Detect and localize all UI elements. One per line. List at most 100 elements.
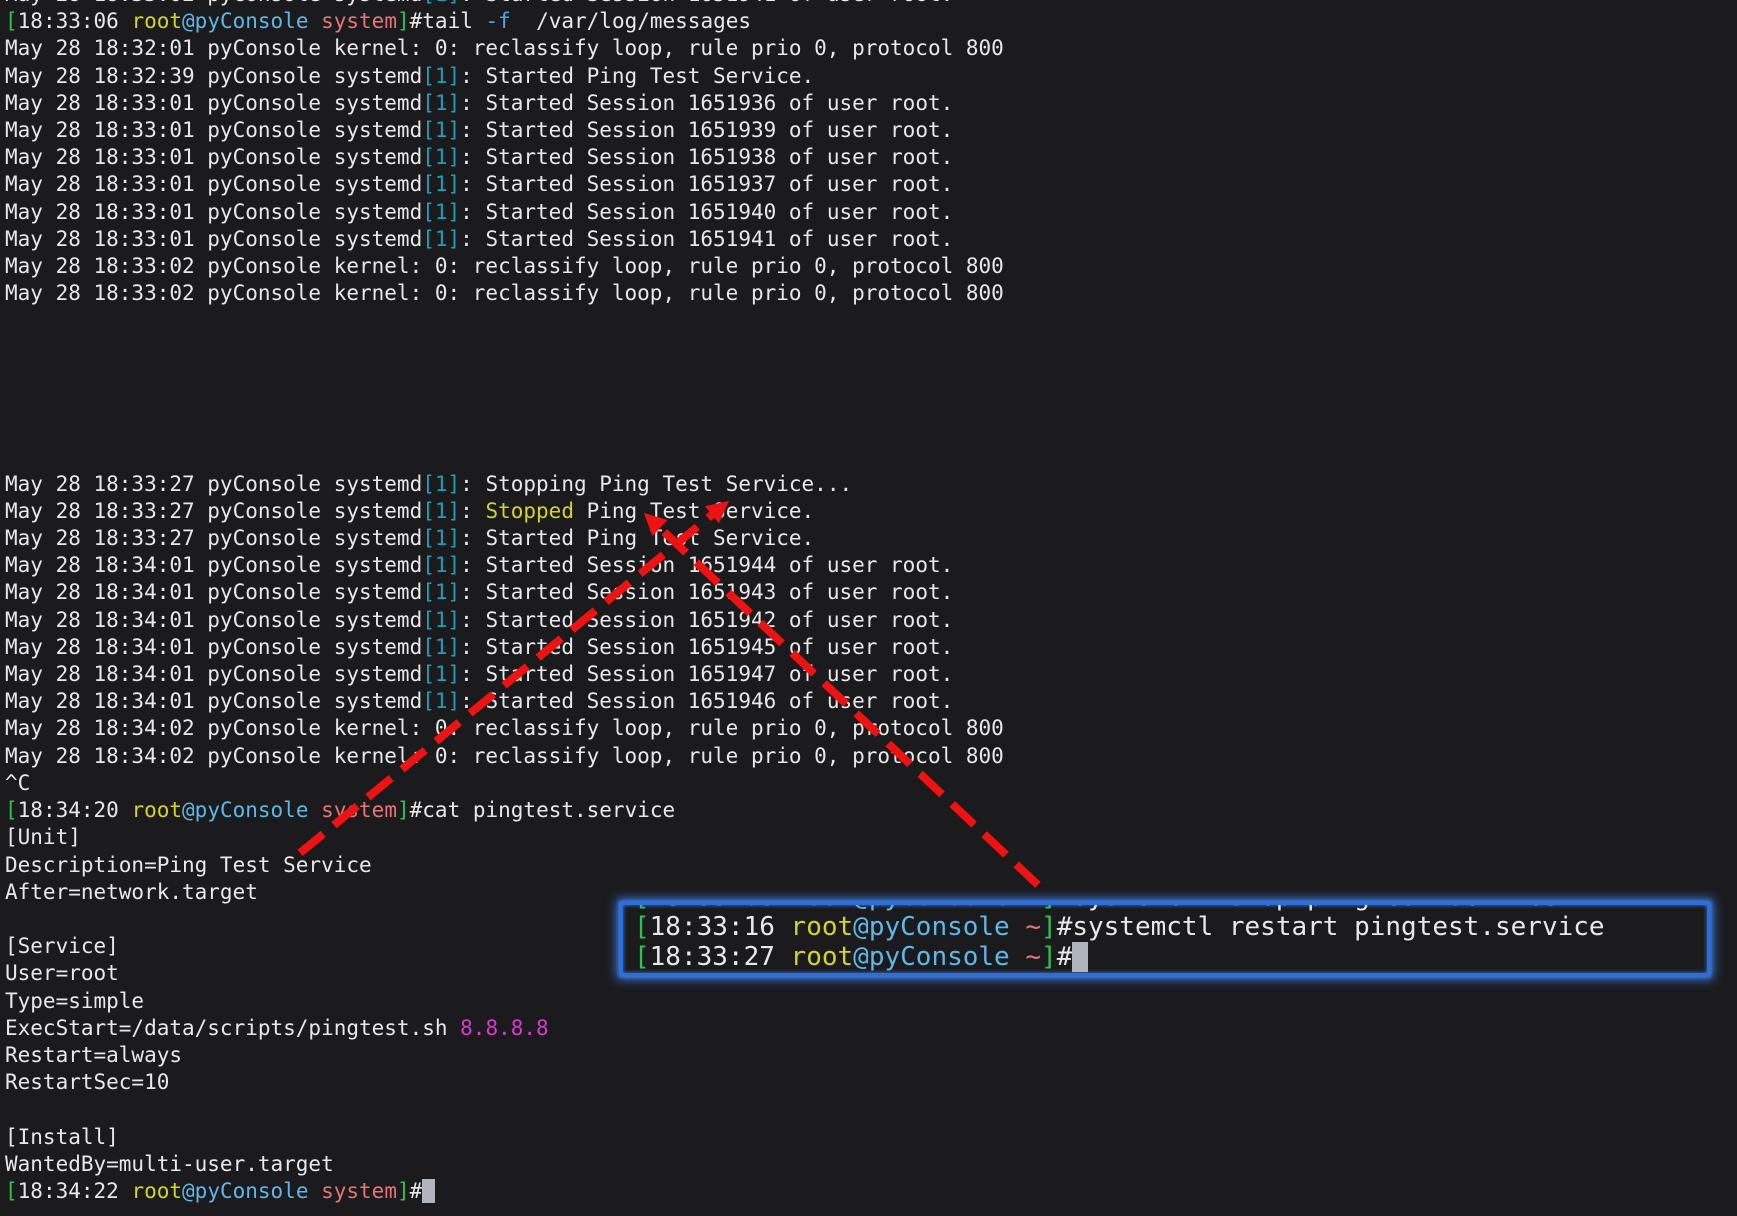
- terminal-line: [5, 1205, 1737, 1216]
- terminal-text-segment: : Started Ping Test Service.: [460, 64, 814, 88]
- terminal-text-segment: May 28 18:33:01 pyConsole systemd: [5, 118, 422, 142]
- terminal-text-segment: 18:33:06: [18, 9, 132, 33]
- terminal-text-segment: : Started Session 1651938 of user root.: [460, 145, 953, 169]
- terminal-line: May 28 18:34:01 pyConsole systemd[1]: St…: [5, 688, 1737, 715]
- terminal-text-segment: May 28 18:32:01 pyConsole kernel: 0: rec…: [5, 36, 1004, 60]
- terminal-text-segment: root: [131, 9, 182, 33]
- terminal-text-segment: : Started Session 1651939 of user root.: [460, 118, 953, 142]
- terminal-text-segment: May 28 18:33:01 pyConsole systemd: [5, 227, 422, 251]
- terminal-line: [Install]: [5, 1124, 1737, 1151]
- overlay-terminal-output: [18:33:06 root@pyConsole ~]#systemctl st…: [623, 902, 1707, 972]
- terminal-screen[interactable]: May 28 18:33:02 pyConsole systemd[1]: St…: [0, 0, 1737, 1216]
- terminal-text-segment: root: [791, 902, 854, 912]
- terminal-text-segment: system: [308, 1179, 397, 1203]
- terminal-text-segment: @pyConsole: [182, 1179, 308, 1203]
- terminal-text-segment: May 28 18:33:02 pyConsole systemd: [5, 0, 422, 6]
- terminal-text-segment: [Unit]: [5, 825, 81, 849]
- terminal-text-segment: May 28 18:33:02 pyConsole kernel: 0: rec…: [5, 281, 1004, 305]
- terminal-text-segment: system: [308, 9, 397, 33]
- terminal-text-segment: : Started Session 1651943 of user root.: [460, 580, 953, 604]
- terminal-text-segment: : Started Session 1651945 of user root.: [460, 635, 953, 659]
- terminal-text-segment: Type=simple: [5, 989, 144, 1013]
- terminal-text-segment: 18:33:27: [650, 942, 791, 972]
- terminal-text-segment: @pyConsole: [853, 902, 1010, 912]
- terminal-line: May 28 18:33:02 pyConsole kernel: 0: rec…: [5, 280, 1737, 307]
- terminal-text-segment: [1]: [422, 145, 460, 169]
- terminal-text-segment: [: [5, 798, 18, 822]
- terminal-text-segment: [1]: [422, 118, 460, 142]
- terminal-text-segment: May 28 18:33:27 pyConsole systemd: [5, 499, 422, 523]
- terminal-text-segment: @pyConsole: [182, 9, 308, 33]
- terminal-line: [18:33:06 root@pyConsole system]#tail -f…: [5, 8, 1737, 35]
- terminal-text-segment: @pyConsole: [853, 912, 1010, 942]
- terminal-text-segment: @pyConsole: [182, 798, 308, 822]
- terminal-text-segment: May 28 18:33:27 pyConsole systemd: [5, 526, 422, 550]
- terminal-text-segment: root: [131, 798, 182, 822]
- terminal-text-segment: #: [1057, 942, 1073, 972]
- terminal-text-segment: [: [634, 902, 650, 912]
- terminal-text-segment: May 28 18:34:01 pyConsole systemd: [5, 635, 422, 659]
- terminal-text-segment: #systemctl stop pingtest.service: [1057, 902, 1558, 912]
- terminal-text-segment: 18:34:22: [18, 1179, 132, 1203]
- terminal-text-segment: ~: [1010, 912, 1041, 942]
- terminal-line: May 28 18:34:02 pyConsole kernel: 0: rec…: [5, 743, 1737, 770]
- terminal-text-segment: Description=Ping Test Service: [5, 853, 372, 877]
- terminal-text-segment: : Started Session 1651940 of user root.: [460, 200, 953, 224]
- terminal-text-segment: [1]: [422, 227, 460, 251]
- terminal-text-segment: #cat pingtest.service: [410, 798, 676, 822]
- terminal-text-segment: : Started Session 1651936 of user root.: [460, 91, 953, 115]
- terminal-text-segment: WantedBy=multi-user.target: [5, 1152, 334, 1176]
- terminal-text-segment: [1]: [422, 499, 460, 523]
- block-cursor: [422, 1179, 435, 1203]
- terminal-text-segment: Restart=always: [5, 1043, 182, 1067]
- terminal-line: [5, 362, 1737, 389]
- terminal-text-segment: : Started Session 1651942 of user root.: [460, 608, 953, 632]
- terminal-line: May 28 18:32:39 pyConsole systemd[1]: St…: [5, 63, 1737, 90]
- terminal-text-segment: Stopped: [485, 499, 574, 523]
- terminal-line: [18:33:16 root@pyConsole ~]#systemctl re…: [634, 912, 1707, 942]
- terminal-text-segment: ]: [397, 1179, 410, 1203]
- terminal-line: May 28 18:34:02 pyConsole kernel: 0: rec…: [5, 715, 1737, 742]
- terminal-text-segment: 8.8.8.8: [460, 1016, 549, 1040]
- terminal-text-segment: May 28 18:33:01 pyConsole systemd: [5, 172, 422, 196]
- terminal-text-segment: : Started Session 1651947 of user root.: [460, 662, 953, 686]
- terminal-line: May 28 18:33:01 pyConsole systemd[1]: St…: [5, 144, 1737, 171]
- terminal-text-segment: @pyConsole: [853, 942, 1010, 972]
- terminal-line: RestartSec=10: [5, 1069, 1737, 1096]
- terminal-line: [18:33:27 root@pyConsole ~]#: [634, 942, 1707, 972]
- terminal-line: May 28 18:33:01 pyConsole systemd[1]: St…: [5, 171, 1737, 198]
- terminal-text-segment: ^C: [5, 771, 30, 795]
- terminal-line: May 28 18:33:02 pyConsole kernel: 0: rec…: [5, 253, 1737, 280]
- terminal-text-segment: ]: [1041, 912, 1057, 942]
- terminal-line: [5, 389, 1737, 416]
- terminal-line: May 28 18:34:01 pyConsole systemd[1]: St…: [5, 661, 1737, 688]
- terminal-text-segment: After=network.target: [5, 880, 258, 904]
- terminal-line: May 28 18:34:01 pyConsole systemd[1]: St…: [5, 579, 1737, 606]
- terminal-line: Description=Ping Test Service: [5, 852, 1737, 879]
- terminal-line: May 28 18:33:01 pyConsole systemd[1]: St…: [5, 117, 1737, 144]
- terminal-line: [5, 443, 1737, 470]
- terminal-text-segment: : Started Session 1651941 of user root.: [460, 0, 953, 6]
- terminal-line: [Unit]: [5, 824, 1737, 851]
- terminal-text-segment: [1]: [422, 662, 460, 686]
- terminal-text-segment: May 28 18:33:01 pyConsole systemd: [5, 200, 422, 224]
- terminal-text-segment: [1]: [422, 580, 460, 604]
- terminal-text-segment: system: [308, 798, 397, 822]
- terminal-text-segment: #tail: [410, 9, 486, 33]
- terminal-text-segment: May 28 18:34:02 pyConsole kernel: 0: rec…: [5, 744, 1004, 768]
- terminal-text-segment: [1]: [422, 64, 460, 88]
- terminal-text-segment: [: [634, 912, 650, 942]
- terminal-text-segment: [: [634, 942, 650, 972]
- terminal-text-segment: May 28 18:32:39 pyConsole systemd: [5, 64, 422, 88]
- terminal-line: [5, 307, 1737, 334]
- terminal-text-segment: : Started Session 1651937 of user root.: [460, 172, 953, 196]
- terminal-text-segment: [1]: [422, 526, 460, 550]
- terminal-line: May 28 18:33:27 pyConsole systemd[1]: St…: [5, 498, 1737, 525]
- terminal-line: [18:34:20 root@pyConsole system]#cat pin…: [5, 797, 1737, 824]
- terminal-text-segment: May 28 18:34:01 pyConsole systemd: [5, 608, 422, 632]
- terminal-text-segment: : Started Session 1651944 of user root.: [460, 553, 953, 577]
- terminal-text-segment: May 28 18:34:01 pyConsole systemd: [5, 662, 422, 686]
- terminal-text-segment: ~: [1010, 902, 1041, 912]
- main-terminal-output[interactable]: May 28 18:33:02 pyConsole systemd[1]: St…: [0, 0, 1737, 1216]
- overlay-terminal-window[interactable]: [18:33:06 root@pyConsole ~]#systemctl st…: [620, 902, 1710, 976]
